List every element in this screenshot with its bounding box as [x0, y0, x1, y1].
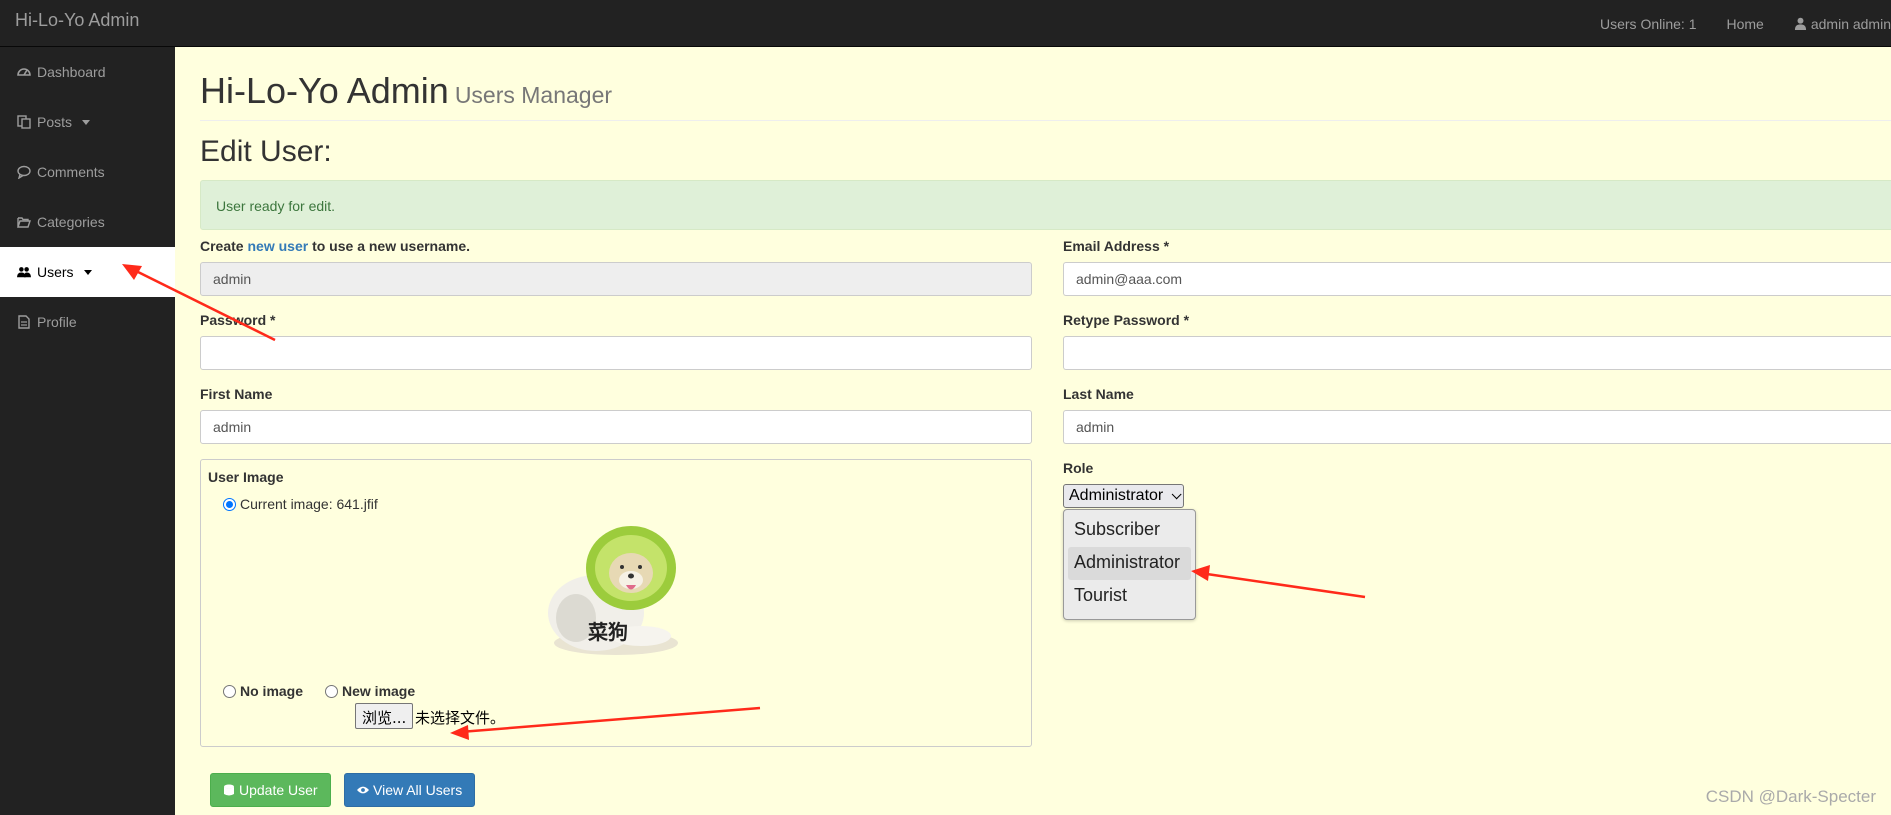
page-title: Hi-Lo-Yo Admin: [200, 70, 449, 111]
chevron-down-icon: [1171, 488, 1182, 499]
user-image-panel: User Image Current image: 641.jfif 菜狗 No…: [200, 459, 1032, 747]
sidebar-item-posts[interactable]: Posts: [0, 97, 175, 147]
user-menu[interactable]: admin admin: [1779, 16, 1891, 32]
sidebar-item-label: Dashboard: [37, 64, 106, 80]
user-icon: [1794, 17, 1806, 30]
user-image-preview: 菜狗: [536, 518, 696, 663]
email-label: Email Address *: [1063, 238, 1170, 254]
password-input[interactable]: [200, 336, 1032, 370]
role-dropdown: Subscriber Administrator Tourist: [1063, 509, 1196, 620]
sidebar-item-label: Categories: [37, 214, 105, 230]
user-menu-label: admin admin: [1810, 15, 1891, 32]
sidebar-item-users[interactable]: Users: [0, 247, 175, 297]
success-alert: User ready for edit.: [200, 180, 1891, 230]
role-option-tourist[interactable]: Tourist: [1068, 580, 1191, 613]
user-image-label: User Image: [208, 469, 284, 485]
update-user-button[interactable]: Update User: [210, 773, 331, 807]
brand-link[interactable]: Hi-Lo-Yo Admin: [15, 10, 139, 31]
role-option-subscriber[interactable]: Subscriber: [1068, 514, 1191, 547]
no-image-label: No image: [240, 683, 304, 699]
sidebar-item-label: Profile: [37, 314, 77, 330]
browse-file-button[interactable]: 浏览...: [355, 703, 414, 729]
username-label-pre: Create: [200, 238, 244, 254]
update-user-label: Update User: [239, 782, 318, 798]
new-image-radio[interactable]: [325, 685, 338, 698]
role-select[interactable]: Administrator: [1063, 484, 1185, 508]
view-all-users-label: View All Users: [373, 782, 463, 798]
top-navbar: Hi-Lo-Yo Admin Users Online: 1 Home admi…: [0, 0, 1891, 47]
new-user-link[interactable]: new user: [247, 238, 308, 254]
sidebar-item-categories[interactable]: Categories: [0, 197, 175, 247]
username-label: Create new user to use a new username.: [200, 238, 470, 254]
eye-icon: [357, 784, 369, 796]
first-name-label: First Name: [200, 386, 273, 402]
folder-open-icon: [17, 215, 31, 229]
role-option-administrator[interactable]: Administrator: [1068, 547, 1191, 580]
chevron-down-icon: [83, 269, 92, 275]
sidebar: Dashboard Posts Comments Categories User…: [0, 47, 175, 815]
sidebar-item-comments[interactable]: Comments: [0, 147, 175, 197]
sidebar-item-label: Comments: [37, 164, 105, 180]
dashboard-icon: [17, 65, 31, 79]
sidebar-item-label: Users: [37, 264, 74, 280]
role-label: Role: [1063, 460, 1094, 476]
current-image-option[interactable]: Current image: 641.jfif: [223, 496, 378, 512]
files-icon: [17, 115, 31, 129]
new-image-option[interactable]: New image: [325, 683, 415, 699]
password-label: Password *: [200, 312, 276, 328]
sidebar-item-dashboard[interactable]: Dashboard: [0, 47, 175, 97]
new-image-label: New image: [342, 683, 416, 699]
users-online-label: Users Online: 1: [1600, 15, 1697, 32]
role-select-value: Administrator: [1069, 487, 1164, 504]
username-label-post: to use a new username.: [312, 238, 471, 254]
comment-icon: [17, 165, 31, 179]
username-input: admin: [200, 262, 1032, 296]
email-input[interactable]: admin@aaa.com: [1063, 262, 1891, 296]
no-image-radio[interactable]: [223, 685, 236, 698]
database-icon: [223, 784, 235, 796]
watermark: CSDN @Dark-Specter: [1705, 787, 1876, 806]
first-name-input[interactable]: admin: [200, 410, 1032, 444]
retype-password-label: Retype Password *: [1063, 312, 1190, 328]
no-file-selected-text: 未选择文件。: [415, 709, 506, 727]
users-icon: [17, 265, 31, 279]
top-nav-right: Users Online: 1 Home admin admin: [1585, 0, 1891, 47]
current-image-label: Current image: 641.jfif: [240, 496, 378, 512]
page-subtitle: Users Manager: [454, 82, 613, 108]
last-name-input[interactable]: admin: [1063, 410, 1891, 444]
page-header: Hi-Lo-Yo Admin Users Manager: [200, 70, 1891, 121]
view-all-users-button[interactable]: View All Users: [344, 773, 476, 807]
form-heading: Edit User:: [200, 135, 332, 168]
image-caption: 菜狗: [588, 620, 628, 644]
home-link[interactable]: Home: [1711, 16, 1778, 32]
chevron-down-icon: [82, 119, 91, 125]
no-image-option[interactable]: No image: [223, 683, 303, 699]
sidebar-item-label: Posts: [37, 114, 73, 130]
current-image-radio[interactable]: [223, 498, 236, 511]
last-name-label: Last Name: [1063, 386, 1134, 402]
file-text-icon: [17, 315, 31, 329]
retype-password-input[interactable]: [1063, 336, 1891, 370]
sidebar-item-profile[interactable]: Profile: [0, 297, 175, 347]
